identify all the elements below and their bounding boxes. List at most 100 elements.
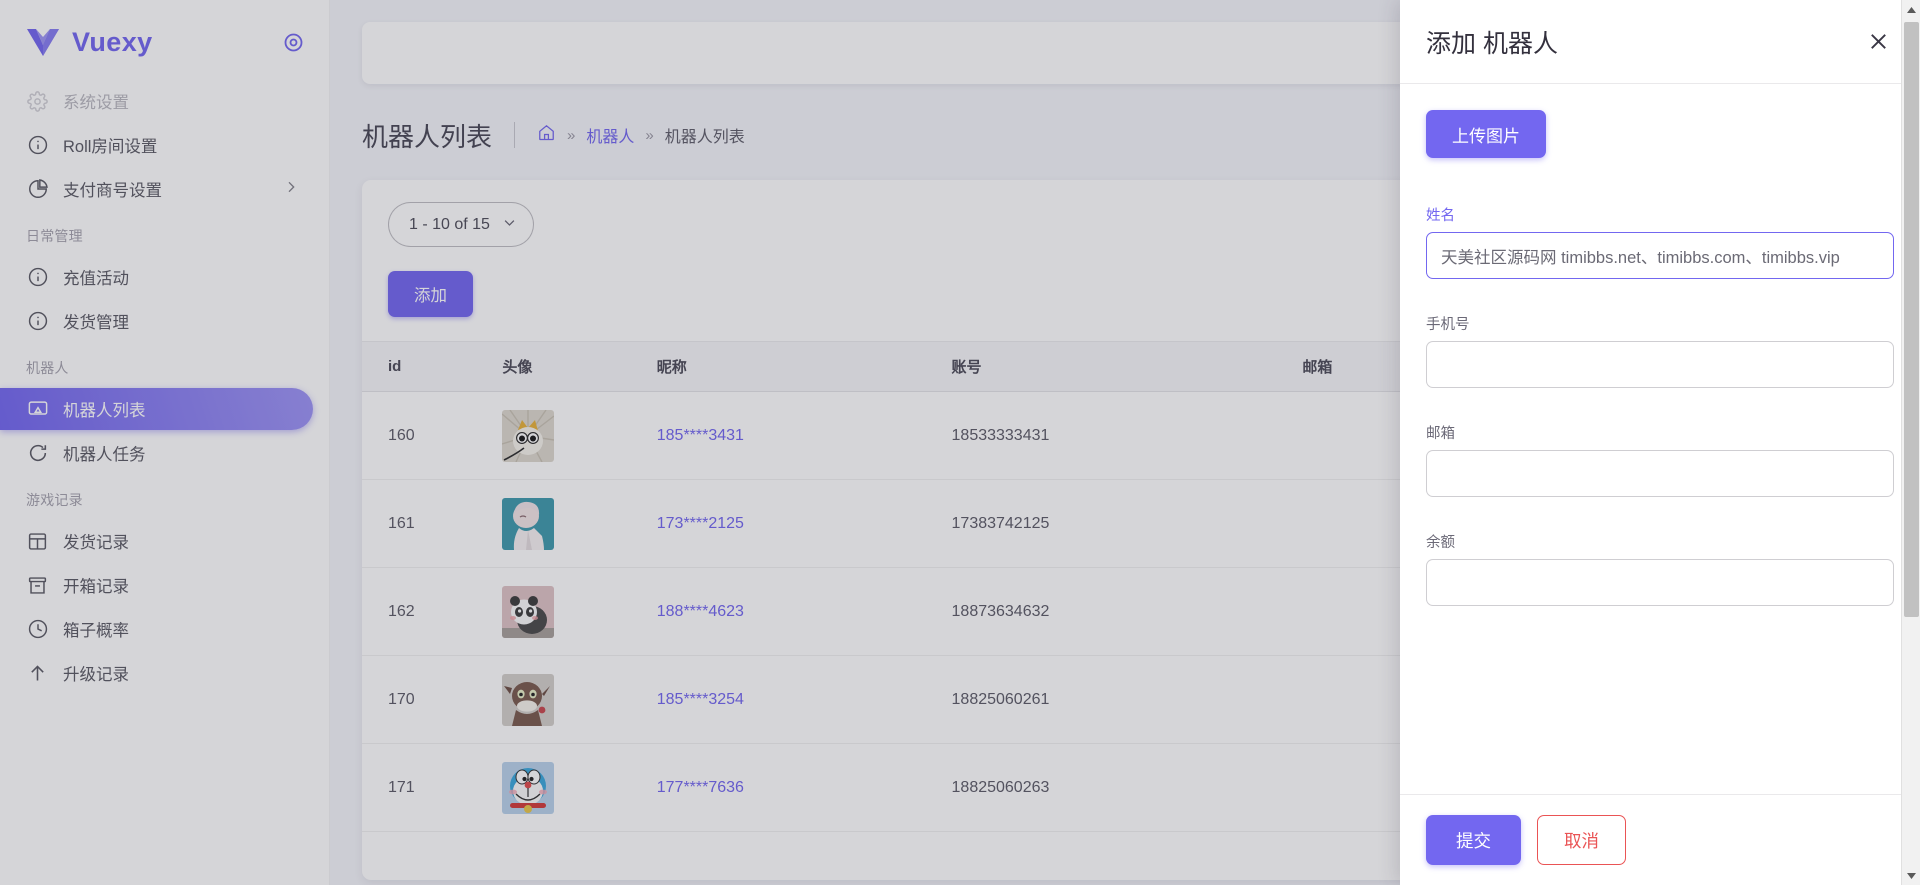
balance-input[interactable] bbox=[1426, 559, 1894, 606]
cell-account: 18533333431 bbox=[951, 391, 1303, 480]
upload-image-button[interactable]: 上传图片 bbox=[1426, 110, 1546, 158]
page-title: 机器人列表 bbox=[362, 121, 493, 152]
column-header-account[interactable]: 账号 bbox=[951, 341, 1303, 392]
cell-account: 18825060263 bbox=[951, 743, 1303, 832]
doraemon-avatar bbox=[502, 761, 555, 814]
name-input[interactable] bbox=[1426, 232, 1894, 279]
sidebar-item-label: 开箱记录 bbox=[63, 578, 129, 596]
add-button[interactable]: 添加 bbox=[388, 271, 473, 317]
cancel-button[interactable]: 取消 bbox=[1537, 815, 1626, 865]
cell-account: 18825060261 bbox=[951, 655, 1303, 744]
chevron-down-icon bbox=[502, 215, 517, 235]
brand-header: Vuexy bbox=[0, 0, 329, 78]
sidebar-item-upgrade-records[interactable]: 升级记录 bbox=[0, 652, 313, 694]
sidebar-item-robot-list[interactable]: 机器人列表 bbox=[0, 388, 313, 430]
field-balance: 余额 bbox=[1426, 531, 1894, 606]
sidebar-item-label: 系统设置 bbox=[63, 94, 129, 112]
cell-account: 17383742125 bbox=[951, 479, 1303, 568]
drawer-header: 添加 机器人 bbox=[1400, 0, 1920, 84]
circle-target-icon[interactable] bbox=[281, 30, 305, 54]
column-header-avatar[interactable]: 头像 bbox=[502, 341, 657, 392]
sidebar-item-label: 支付商号设置 bbox=[63, 182, 162, 200]
title-divider bbox=[514, 122, 516, 148]
sidebar-item-system-settings[interactable]: 系统设置 bbox=[0, 80, 313, 122]
nickname-link[interactable]: 188****4623 bbox=[657, 603, 744, 620]
info-circle-icon bbox=[26, 134, 49, 157]
sidebar-item-label: 发货管理 bbox=[63, 314, 129, 332]
sidebar-group-label-game-records: 游戏记录 bbox=[26, 492, 83, 508]
app-root: Vuexy 系统设置 Roll房间设置 支付商号设置 日常管理 充值活动 发货管… bbox=[0, 0, 1920, 885]
cell-nickname: 177****7636 bbox=[656, 743, 952, 832]
refresh-icon bbox=[26, 442, 49, 465]
breadcrumb-separator: » bbox=[645, 126, 654, 144]
sidebar-item-recharge-activity[interactable]: 充值活动 bbox=[0, 256, 313, 298]
cell-nickname: 185****3431 bbox=[656, 391, 952, 480]
nickname-link[interactable]: 177****7636 bbox=[657, 779, 744, 796]
nickname-link[interactable]: 173****2125 bbox=[657, 515, 744, 532]
layout-panel-icon bbox=[26, 530, 49, 553]
home-icon[interactable] bbox=[537, 123, 556, 147]
cell-id: 162 bbox=[362, 567, 503, 656]
drawer-body: 上传图片 姓名 手机号 邮箱 余额 bbox=[1400, 84, 1920, 794]
sidebar-item-label: 机器人任务 bbox=[63, 446, 146, 464]
email-input[interactable] bbox=[1426, 450, 1894, 497]
window-scrollbar[interactable] bbox=[1901, 0, 1920, 885]
field-email: 邮箱 bbox=[1426, 422, 1894, 497]
sidebar-item-box-probability[interactable]: 箱子概率 bbox=[0, 608, 313, 650]
cell-nickname: 185****3254 bbox=[656, 655, 952, 744]
drawer-footer: 提交 取消 bbox=[1400, 794, 1920, 885]
pagination-select[interactable]: 1 - 10 of 15 bbox=[388, 202, 534, 247]
cat-avatar bbox=[502, 409, 555, 462]
field-label-name: 姓名 bbox=[1426, 208, 1455, 224]
cell-avatar bbox=[502, 479, 657, 568]
scroll-up-arrow[interactable] bbox=[1902, 0, 1920, 19]
nickname-link[interactable]: 185****3431 bbox=[657, 427, 744, 444]
cell-id: 171 bbox=[362, 743, 503, 832]
phone-input[interactable] bbox=[1426, 341, 1894, 388]
cell-nickname: 173****2125 bbox=[656, 479, 952, 568]
field-label-email: 邮箱 bbox=[1426, 426, 1455, 442]
chevron-right-icon bbox=[283, 179, 299, 200]
cell-avatar bbox=[502, 743, 657, 832]
vuexy-logo-icon bbox=[26, 27, 60, 57]
pie-chart-icon bbox=[26, 178, 49, 201]
sidebar-item-payment-merchant-settings[interactable]: 支付商号设置 bbox=[0, 168, 313, 210]
sidebar-item-label: 发货记录 bbox=[63, 534, 129, 552]
sidebar-item-label: 充值活动 bbox=[63, 270, 129, 288]
sidebar-item-shipping-management[interactable]: 发货管理 bbox=[0, 300, 313, 342]
sidebar-item-robot-task[interactable]: 机器人任务 bbox=[0, 432, 313, 474]
column-header-id[interactable]: id bbox=[362, 341, 503, 392]
info-circle-icon bbox=[26, 266, 49, 289]
sidebar-item-label: 箱子概率 bbox=[63, 622, 129, 640]
pagination-select-value: 1 - 10 of 15 bbox=[409, 215, 490, 233]
sidebar-item-shipping-records[interactable]: 发货记录 bbox=[0, 520, 313, 562]
cell-id: 160 bbox=[362, 391, 503, 480]
close-icon[interactable] bbox=[1862, 26, 1894, 58]
scroll-down-arrow[interactable] bbox=[1902, 866, 1920, 885]
field-name: 姓名 bbox=[1426, 204, 1894, 279]
breadcrumb-item-robot[interactable]: 机器人 bbox=[586, 123, 634, 147]
sidebar-group-label-daily: 日常管理 bbox=[26, 228, 83, 244]
sidebar-nav: 系统设置 Roll房间设置 支付商号设置 日常管理 充值活动 发货管理 机器人 … bbox=[0, 80, 329, 716]
nickname-link[interactable]: 185****3254 bbox=[657, 691, 744, 708]
sidebar-item-label: 升级记录 bbox=[63, 666, 129, 684]
sidebar-item-label: 机器人列表 bbox=[63, 402, 146, 420]
add-robot-drawer: 添加 机器人 上传图片 姓名 手机号 邮箱 余额 bbox=[1400, 0, 1920, 885]
submit-button[interactable]: 提交 bbox=[1426, 815, 1521, 865]
cell-avatar bbox=[502, 391, 657, 480]
cell-avatar bbox=[502, 655, 657, 744]
scrollbar-thumb[interactable] bbox=[1904, 22, 1919, 617]
sidebar-item-unboxing-records[interactable]: 开箱记录 bbox=[0, 564, 313, 606]
clock-icon bbox=[26, 618, 49, 641]
column-header-nickname[interactable]: 昵称 bbox=[656, 341, 952, 392]
anime-boy-avatar bbox=[502, 497, 555, 550]
field-label-balance: 余额 bbox=[1426, 535, 1455, 551]
drawer-title: 添加 机器人 bbox=[1426, 29, 1558, 58]
sidebar-item-label: Roll房间设置 bbox=[63, 138, 158, 156]
sidebar: Vuexy 系统设置 Roll房间设置 支付商号设置 日常管理 充值活动 发货管… bbox=[0, 0, 330, 885]
cell-id: 170 bbox=[362, 655, 503, 744]
archive-box-icon bbox=[26, 574, 49, 597]
sidebar-item-roll-room-settings[interactable]: Roll房间设置 bbox=[0, 124, 313, 166]
cell-id: 161 bbox=[362, 479, 503, 568]
dragon-avatar bbox=[502, 673, 555, 726]
